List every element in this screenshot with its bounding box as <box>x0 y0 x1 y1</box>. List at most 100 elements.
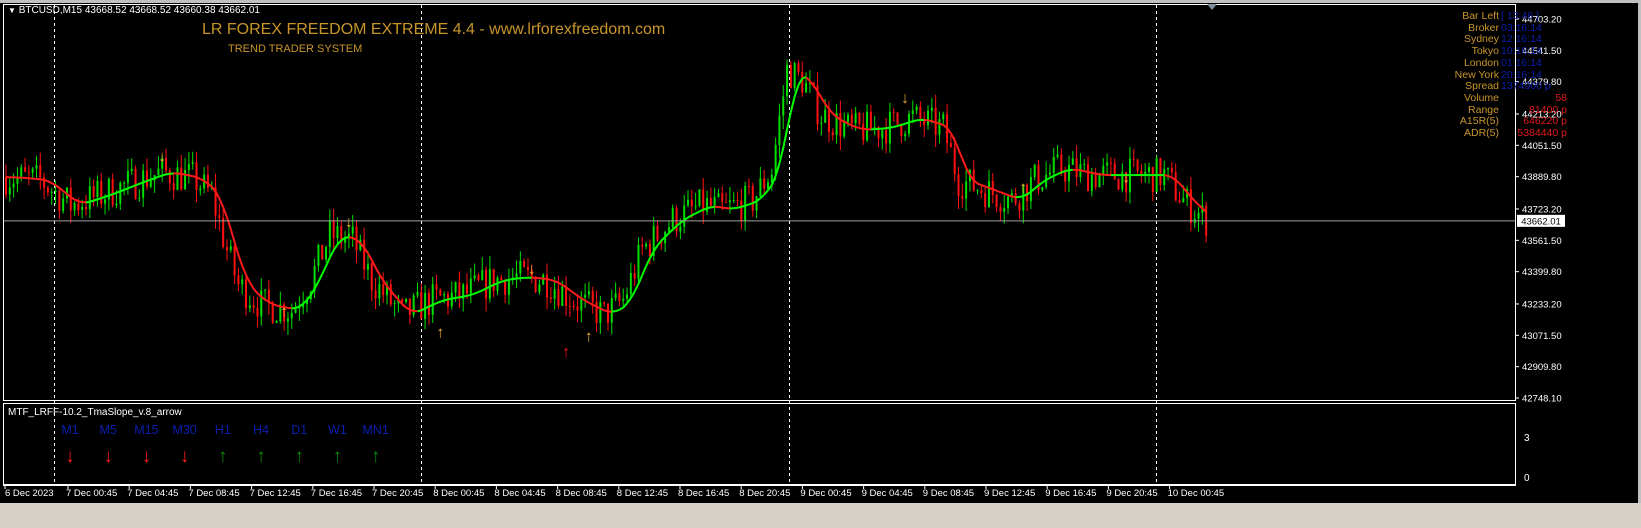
ma-segment <box>893 124 898 128</box>
ma-segment <box>146 178 152 182</box>
ma-segment <box>142 180 148 184</box>
slope-arrow-up-icon: ↑ <box>218 446 228 467</box>
ma-segment <box>851 124 857 128</box>
ma-segment <box>546 278 552 281</box>
info-row: ADR(5) 5384440 p <box>1410 127 1591 140</box>
candle <box>907 110 910 138</box>
ma-segment <box>984 185 990 189</box>
ma-segment <box>931 120 936 124</box>
subwindow-indicator-name: MTF_LRFF-10.2_TmaSlope_v.8_arrow <box>8 407 182 418</box>
ma-segment <box>1080 169 1085 173</box>
current-price-label: 43662.01 <box>1517 214 1565 227</box>
slope-arrow-down-icon: ↓ <box>179 446 190 467</box>
x-tick-label: 8 Dec 04:45 <box>494 488 545 499</box>
ma-segment <box>108 193 114 197</box>
ma-segment <box>462 294 468 298</box>
ma-segment <box>988 186 994 191</box>
signal-arrow-down-icon: ↓ <box>901 90 909 107</box>
candle <box>412 293 415 318</box>
x-tick-label: 7 Dec 08:45 <box>188 488 239 499</box>
candle <box>1037 159 1040 195</box>
x-tick-label: 6 Dec 2023 <box>5 488 54 499</box>
tf-label-m5: M5 <box>99 423 117 437</box>
ma-segment <box>603 309 609 313</box>
signal-arrow-down-icon: ↓ <box>528 261 536 278</box>
ma-segment <box>131 184 136 188</box>
ma-segment <box>455 296 460 299</box>
x-tick-label: 8 Dec 16:45 <box>678 488 729 499</box>
x-tick-label: 9 Dec 12:45 <box>984 488 1035 499</box>
indicator-title: LR FOREX FREEDOM EXTREME 4.4 - www.lrfor… <box>202 21 666 38</box>
ma-segment <box>1164 174 1169 177</box>
ma-segment <box>508 278 513 281</box>
candle <box>1117 178 1120 191</box>
tf-label-w1: W1 <box>328 423 347 437</box>
ma-segment <box>1084 170 1089 174</box>
ma-segment <box>912 119 917 123</box>
info-row: Volume 58 <box>1410 92 1591 105</box>
ma-segment <box>859 127 864 130</box>
info-value: [ 13:46 ] <box>1501 10 1539 22</box>
ma-segment <box>447 297 452 301</box>
info-panel: Bar Left[ 13:46 ] Broker 03:16:14 Sydney 12:… <box>1410 10 1591 140</box>
ma-segment <box>440 299 445 303</box>
ma-segment <box>104 194 110 198</box>
subwindow-scale-bottom: 0 <box>1524 473 1530 484</box>
ma-segment <box>417 309 422 313</box>
y-tick-label: 42909.80 <box>1522 362 1562 373</box>
ma-segment <box>474 291 479 295</box>
x-tick-label: 7 Dec 20:45 <box>372 488 423 499</box>
signal-arrow-up-icon: ↑ <box>585 329 593 346</box>
ma-segment <box>97 197 102 201</box>
info-value: 1374900 p <box>1501 80 1551 93</box>
tf-label-d1: D1 <box>291 423 308 437</box>
subwindow-scale-top: 3 <box>1524 433 1530 444</box>
ma-segment <box>158 174 163 178</box>
ma-segment <box>718 205 723 209</box>
ma-segment <box>188 174 193 178</box>
ma-segment <box>409 308 414 312</box>
ma-segment <box>550 278 555 283</box>
ma-segment <box>981 184 986 188</box>
ma-segment <box>459 295 464 299</box>
info-label: London <box>1463 56 1499 69</box>
ma-segment <box>116 190 121 194</box>
x-tick-label: 8 Dec 20:45 <box>739 488 790 499</box>
tf-label-m30: M30 <box>172 423 197 437</box>
ma-segment <box>855 125 860 130</box>
ma-segment <box>119 188 125 193</box>
ma-segment <box>443 298 449 302</box>
x-tick-label: 7 Dec 12:45 <box>250 488 301 499</box>
ma-segment <box>78 200 83 204</box>
ma-segment <box>93 198 98 202</box>
ma-segment <box>889 125 894 129</box>
info-row: Bar Left[ 13:46 ] <box>1410 10 1591 23</box>
x-tick-label: 8 Dec 12:45 <box>617 488 668 499</box>
signal-arrow-up-icon: ↑ <box>280 303 288 320</box>
ma-segment <box>272 303 277 307</box>
x-tick-label: 9 Dec 08:45 <box>923 488 974 499</box>
ma-segment <box>466 293 472 297</box>
ma-segment <box>112 191 117 196</box>
ma-segment <box>348 236 353 239</box>
signal-arrow-down-icon: ↓ <box>943 121 951 138</box>
ma-segment <box>1091 171 1096 175</box>
ma-segment <box>184 173 190 177</box>
ma-segment <box>897 123 902 127</box>
symbol-header[interactable]: ▼ BTCUSD,M15 43668.52 43668.52 43660.38 … <box>8 5 260 16</box>
x-tick-label: 7 Dec 00:45 <box>66 488 117 499</box>
x-tick-label: 9 Dec 04:45 <box>862 488 913 499</box>
slope-arrow-down-icon: ↓ <box>141 446 152 467</box>
x-tick-label: 7 Dec 04:45 <box>127 488 178 499</box>
ma-segment <box>885 126 891 130</box>
ma-segment <box>287 306 292 310</box>
ma-segment <box>344 236 350 239</box>
dropdown-triangle-icon[interactable]: ▼ <box>8 6 16 15</box>
ma-segment <box>1000 191 1005 195</box>
svg-text:43662.01: 43662.01 <box>1521 216 1561 227</box>
tf-label-m1: M1 <box>61 423 79 437</box>
candle <box>896 112 899 126</box>
slope-arrow-up-icon: ↑ <box>294 446 304 467</box>
ma-segment <box>504 278 510 282</box>
x-tick-label: 8 Dec 00:45 <box>433 488 484 499</box>
